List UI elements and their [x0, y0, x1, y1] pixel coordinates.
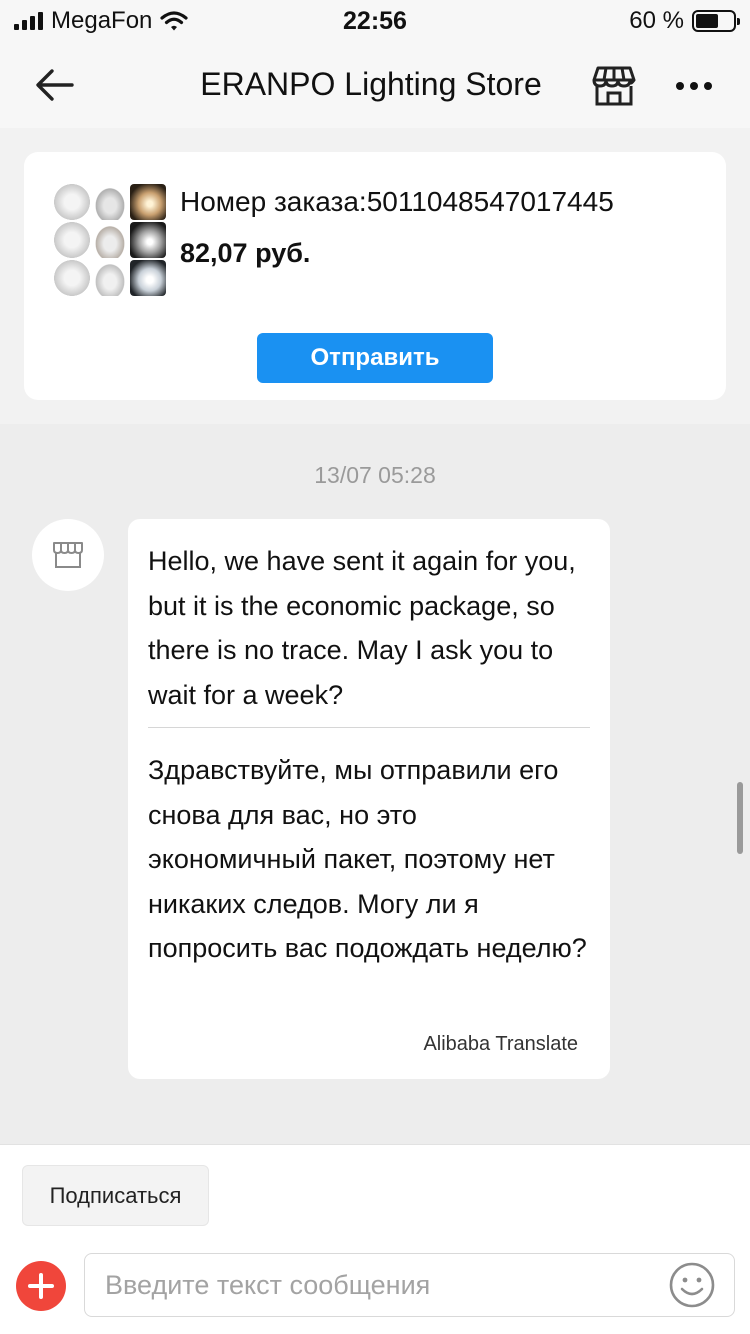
message-timestamp: 13/07 05:28 [314, 462, 436, 488]
battery-fill [696, 14, 718, 28]
seller-avatar[interactable] [32, 519, 104, 591]
translation-divider [148, 727, 590, 728]
order-area: Номер заказа:5011048547017445 82,07 руб.… [0, 128, 750, 424]
more-dots-icon [690, 82, 698, 90]
more-dots-icon [704, 82, 712, 90]
order-number: Номер заказа:5011048547017445 [180, 186, 614, 217]
message-bubble[interactable]: Hello, we have sent it again for you, bu… [128, 519, 610, 1079]
bottom-bar: Подписаться [0, 1144, 750, 1334]
order-card[interactable]: Номер заказа:5011048547017445 82,07 руб.… [24, 152, 726, 400]
message-translated-text: Здравствуйте, мы отправили его снова для… [148, 755, 587, 963]
battery-percent: 60 % [629, 7, 684, 34]
store-button[interactable] [590, 62, 638, 110]
smiley-icon [669, 1262, 715, 1308]
product-thumbnail [54, 184, 166, 300]
emoji-button[interactable] [668, 1261, 716, 1309]
send-order-button[interactable]: Отправить [257, 333, 493, 383]
more-options-button[interactable] [672, 74, 716, 98]
battery-icon [692, 10, 740, 32]
nav-bar: ERANPO Lighting Store [0, 42, 750, 128]
status-right: 60 % [629, 7, 740, 35]
order-price: 82,07 руб. [180, 238, 311, 268]
subscribe-button[interactable]: Подписаться [22, 1165, 209, 1226]
translation-credit: Alibaba Translate [423, 1033, 578, 1055]
add-attachment-button[interactable] [16, 1261, 66, 1311]
store-icon [53, 542, 83, 568]
status-bar: MegaFon 22:56 60 % [0, 0, 750, 42]
store-icon [592, 66, 636, 106]
more-dots-icon [676, 82, 684, 90]
message-input[interactable] [84, 1253, 735, 1317]
message-original-text: Hello, we have sent it again for you, bu… [148, 546, 576, 710]
scrollbar[interactable] [737, 782, 743, 854]
